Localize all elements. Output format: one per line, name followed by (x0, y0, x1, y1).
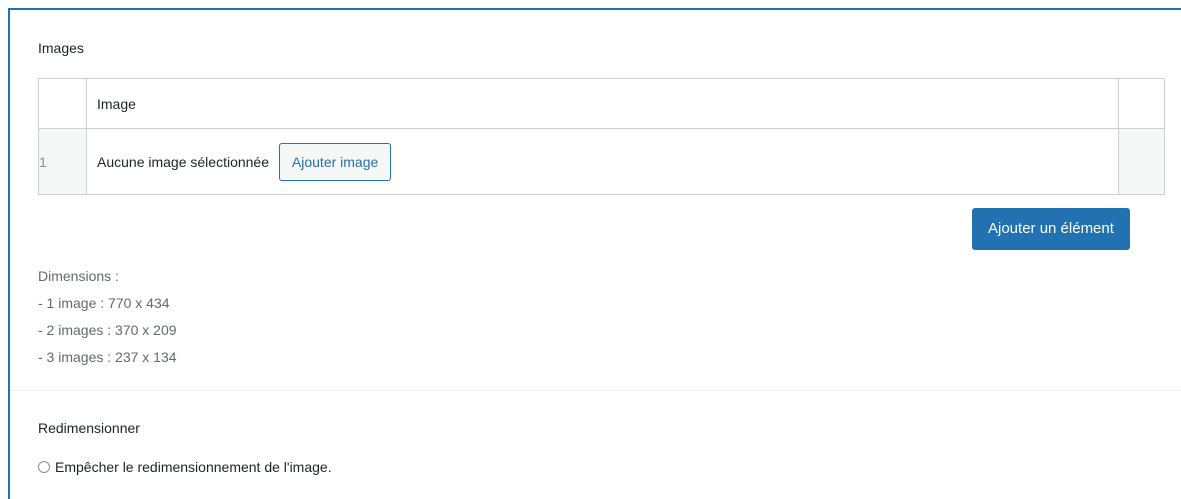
images-field-label: Images (38, 40, 84, 56)
prevent-resize-checkbox[interactable] (38, 461, 50, 473)
row-actions-cell[interactable] (1118, 128, 1165, 195)
row-order-handle[interactable]: 1 (38, 128, 87, 195)
dimensions-instructions: Dimensions : - 1 image : 770 x 434 - 2 i… (38, 263, 177, 371)
images-repeater-table: Image 1 Aucune image sélectionnée Ajoute… (38, 78, 1165, 195)
resize-field-label: Redimensionner (38, 420, 140, 436)
prevent-resize-option[interactable]: Empêcher le redimensionnement de l'image… (38, 459, 332, 475)
field-divider (10, 390, 1181, 391)
instructions-title: Dimensions : (38, 268, 119, 284)
image-column-header: Image (86, 78, 1119, 129)
add-element-button[interactable]: Ajouter un élément (972, 208, 1130, 250)
field-group-panel: Images Image 1 Aucune image sélectionnée… (8, 8, 1181, 499)
instructions-line: - 2 images : 370 x 209 (38, 322, 177, 338)
order-column-header (38, 78, 87, 129)
add-image-button[interactable]: Ajouter image (278, 142, 392, 181)
prevent-resize-label: Empêcher le redimensionnement de l'image… (55, 459, 332, 475)
repeater-header-row: Image (38, 78, 1165, 129)
repeater-row: 1 Aucune image sélectionnée Ajouter imag… (38, 128, 1165, 195)
no-image-text: Aucune image sélectionnée (97, 153, 270, 170)
instructions-line: - 1 image : 770 x 434 (38, 295, 170, 311)
actions-column-header (1118, 78, 1165, 129)
image-cell: Aucune image sélectionnée Ajouter image (86, 128, 1119, 195)
instructions-line: - 3 images : 237 x 134 (38, 349, 177, 365)
